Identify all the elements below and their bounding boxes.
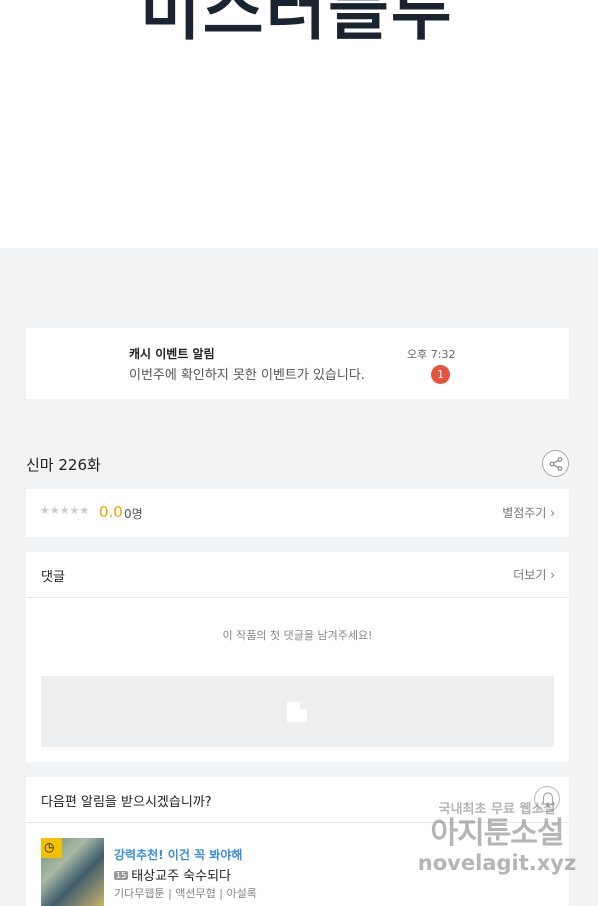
watermark-line2: 아지툰소설 (430, 816, 565, 851)
watermark-line3: novelagit.xyz (417, 851, 577, 875)
comments-header: 댓글 더보기 › (26, 552, 569, 598)
notice-text: 이번주에 확인하지 못한 이벤트가 있습니다. (129, 368, 365, 383)
banner-area: 미스터블루 (0, 0, 598, 248)
work-tags: 기다무웹툰 | 액션무협 | 아설록 (114, 887, 257, 900)
event-notice-card[interactable]: 캐시 이벤트 알림 이번주에 확인하지 못한 이벤트가 있습니다. 오후 7:3… (26, 328, 569, 399)
recommended-work-title[interactable]: 15 태상교주 숙수되다 (114, 865, 231, 884)
share-button[interactable] (542, 450, 569, 477)
next-alert-title: 다음편 알림을 받으시겠습니까? (41, 795, 212, 810)
rating-card: ★★★★★ 0.0 0명 별점주기 › (26, 489, 569, 537)
recommended-work-thumbnail[interactable]: ◷ (41, 838, 104, 906)
episode-title: 신마 226화 (26, 456, 101, 474)
rating-score: 0.0 (99, 503, 123, 521)
comments-title: 댓글 (41, 570, 65, 585)
watermark-line1: 국내최초 무료 웹소설 (438, 802, 556, 817)
notice-badge: 1 (431, 365, 450, 384)
notice-title: 캐시 이벤트 알림 (129, 347, 215, 361)
notice-time: 오후 7:32 (407, 348, 456, 361)
comment-input-box[interactable] (41, 676, 554, 747)
comments-card: 댓글 더보기 › 이 작품의 첫 댓글을 남겨주세요! (26, 552, 569, 762)
age-rating-badge: 15 (114, 871, 129, 880)
rate-button[interactable]: 별점주기 › (502, 504, 555, 521)
rating-count: 0명 (124, 507, 143, 521)
site-watermark: 국내최초 무료 웹소설 아지툰소설 novelagit.xyz (412, 798, 582, 875)
comment-placeholder-icon (287, 702, 307, 722)
share-icon (549, 457, 563, 471)
comments-empty-text: 이 작품의 첫 댓글을 남겨주세요! (222, 629, 373, 642)
title-art: 미스터블루 (140, 0, 454, 49)
work-title-text: 태상교주 숙수되다 (131, 869, 231, 884)
recommend-label: 강력추천! 이건 꼭 봐야해 (114, 848, 243, 862)
comments-more-button[interactable]: 더보기 › (513, 566, 555, 583)
wait-free-clock-icon: ◷ (41, 838, 62, 858)
rating-stars: ★★★★★ (40, 504, 90, 517)
